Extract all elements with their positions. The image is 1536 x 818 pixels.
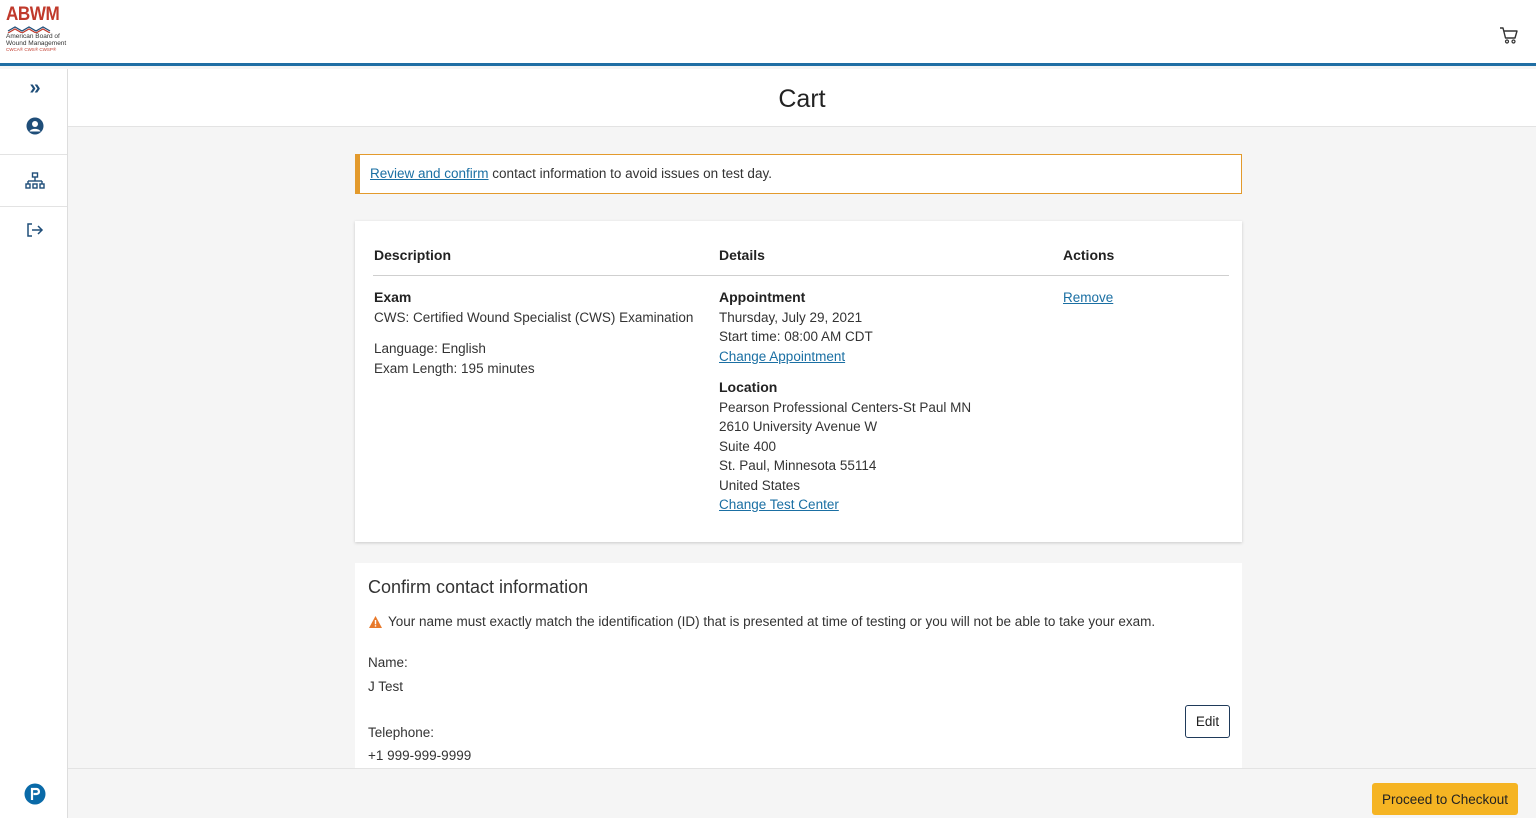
exam-name: CWS: Certified Wound Specialist (CWS) Ex… — [374, 309, 694, 325]
alert-text: contact information to avoid issues on t… — [488, 166, 772, 181]
header-actions: Actions — [1063, 247, 1115, 263]
cart-item-card: Description Details Actions Exam CWS: Ce… — [355, 221, 1242, 542]
cart-icon[interactable] — [1498, 24, 1520, 46]
contact-title: Confirm contact information — [368, 577, 589, 597]
top-header: ABWM American Board of Wound Management … — [0, 0, 1536, 66]
logout-icon[interactable] — [24, 219, 46, 241]
warning-text: Your name must exactly match the identif… — [388, 614, 1156, 629]
proceed-to-checkout-button[interactable]: Proceed to Checkout — [1372, 783, 1518, 815]
location-line: St. Paul, Minnesota 55114 — [719, 458, 877, 473]
telephone-label: Telephone: — [368, 725, 435, 740]
location-line: United States — [719, 477, 801, 493]
page-title-band: Cart — [68, 69, 1536, 127]
warning-icon — [369, 615, 382, 628]
abwm-logo[interactable]: ABWM American Board of Wound Management … — [6, 4, 88, 62]
contact-alert: Review and confirm contact information t… — [355, 154, 1242, 194]
description-cell: Exam CWS: Certified Wound Specialist (CW… — [374, 288, 704, 378]
user-icon[interactable] — [24, 115, 46, 137]
sitemap-icon[interactable] — [24, 170, 46, 192]
details-cell: Appointment Thursday, July 29, 2021 Star… — [719, 288, 1049, 515]
header-description: Description — [374, 247, 452, 263]
contact-panel: Confirm contact information Your name mu… — [355, 563, 1242, 773]
name-label: Name: — [368, 655, 408, 670]
footer-bar: Proceed to Checkout — [68, 768, 1536, 818]
header-details: Details — [719, 247, 765, 263]
logo-abbr: ABWM — [6, 4, 60, 25]
exam-language: Language: English — [374, 341, 486, 356]
sidebar-divider — [0, 154, 67, 155]
header-divider — [373, 275, 1229, 276]
page-title: Cart — [778, 85, 826, 113]
change-test-center-link[interactable]: Change Test Center — [719, 497, 839, 512]
logo-line3: CWCA® CWS® CWSP® — [6, 47, 57, 52]
name-warning: Your name must exactly match the identif… — [368, 614, 1155, 629]
appointment-date: Thursday, July 29, 2021 — [719, 309, 863, 325]
change-appointment-link[interactable]: Change Appointment — [719, 349, 845, 364]
sidebar-divider — [0, 206, 67, 207]
logo-line2: Wound Management — [6, 40, 67, 47]
name-value: J Test — [368, 679, 404, 694]
location-line: Suite 400 — [719, 438, 777, 454]
sidebar: » — [0, 69, 68, 818]
location-line: Pearson Professional Centers-St Paul MN — [719, 399, 972, 415]
remove-link[interactable]: Remove — [1063, 290, 1113, 305]
edit-button[interactable]: Edit — [1185, 705, 1230, 738]
actions-cell: Remove — [1063, 288, 1113, 308]
expand-icon[interactable]: » — [24, 77, 46, 99]
pearson-icon[interactable] — [24, 783, 46, 805]
location-label: Location — [719, 379, 778, 395]
telephone-value: +1 999-999-9999 — [368, 748, 472, 763]
start-time: Start time: 08:00 AM CDT — [719, 329, 873, 344]
exam-length: Exam Length: 195 minutes — [374, 360, 535, 376]
location-line: 2610 University Avenue W — [719, 419, 878, 434]
logo-line1: American Board of — [6, 33, 60, 40]
logo-wave-icon — [7, 26, 51, 33]
item-type: Exam — [374, 289, 412, 305]
appointment-label: Appointment — [719, 289, 806, 305]
review-confirm-link[interactable]: Review and confirm — [370, 166, 489, 181]
